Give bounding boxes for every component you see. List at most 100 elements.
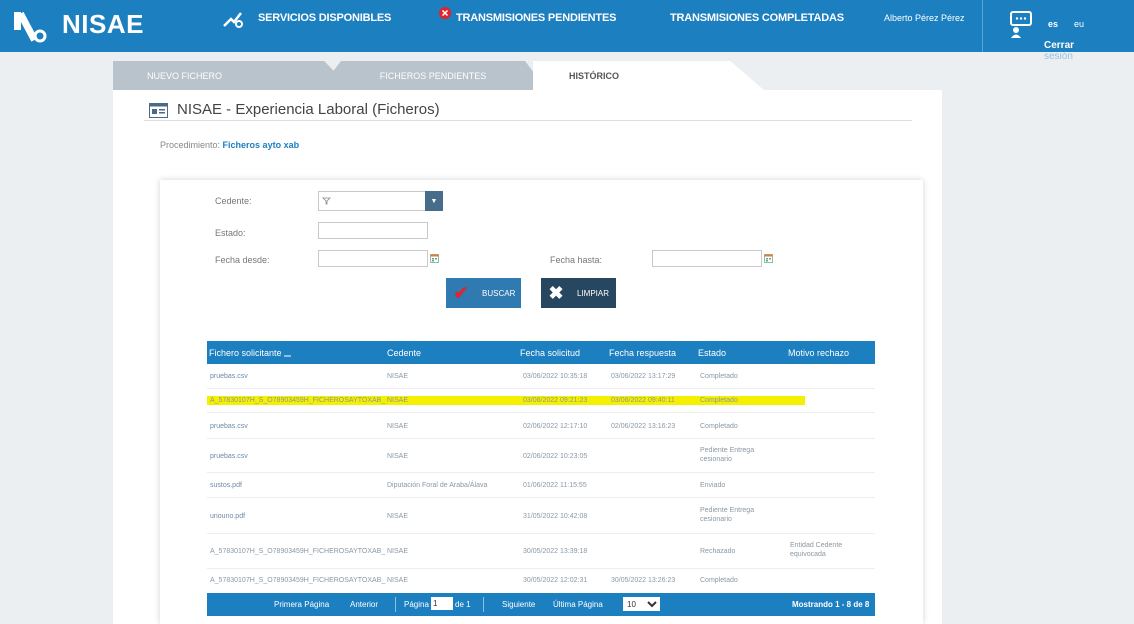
table-row[interactable]: A_57830107H_S_O78903459H_FICHEROSAYTOXAB… (207, 569, 875, 593)
cell-cedente: NISAE (387, 397, 409, 404)
results-table-header: Fichero solicitante Cedente Fecha solici… (207, 341, 875, 364)
cell-fecha-respuesta: 03/06/2022 09:40:11 (611, 397, 675, 404)
lang-eu-link[interactable]: eu (1074, 19, 1084, 29)
cell-fichero[interactable]: A_57830107H_S_O78903459H_FICHEROSAYTOXAB… (210, 396, 385, 405)
checkmark-icon: ✔ (453, 282, 469, 303)
nav-servicios-disponibles[interactable]: SERVICIOS DISPONIBLES (258, 12, 391, 24)
limpiar-button[interactable]: ✖ LIMPIAR (541, 278, 616, 308)
cell-fichero[interactable]: pruebas.csv (210, 372, 248, 381)
buscar-button[interactable]: ✔ BUSCAR (446, 278, 521, 308)
calendar-icon[interactable] (764, 254, 773, 263)
user-name: Alberto Pérez Pérez (884, 13, 965, 23)
cell-estado: Rechazado (700, 548, 736, 555)
col-header-fecha-solicitud[interactable]: Fecha solicitud (520, 348, 580, 358)
page-number-input[interactable] (431, 597, 453, 610)
nisae-logo-icon (14, 11, 47, 43)
app-name[interactable]: NISAE (62, 9, 144, 40)
cell-cedente: NISAE (387, 548, 409, 555)
cell-cedente: Diputación Foral de Araba/Álava (387, 482, 488, 489)
cedente-dropdown-button[interactable]: ▼ (425, 191, 443, 211)
logout-label-1: Cerrar (1044, 40, 1075, 51)
cell-fecha-solicitud: 30/05/2022 13:39:18 (523, 548, 588, 555)
cell-fichero[interactable]: pruebas.csv (210, 422, 248, 431)
procedure-label: Procedimiento: (160, 140, 221, 150)
cell-fichero[interactable]: unouno.pdf (210, 512, 245, 521)
col-header-motivo-rechazo[interactable]: Motivo rechazo (788, 348, 849, 358)
table-row[interactable]: A_57830107H_S_O78903459H_FICHEROSAYTOXAB… (207, 534, 875, 569)
cell-fecha-solicitud: 02/06/2022 10:23:05 (523, 453, 588, 460)
cell-estado: Completado (700, 397, 738, 404)
cell-estado: Pediente Entrega cesionario (700, 447, 755, 463)
header-divider (982, 0, 983, 52)
pending-alert-icon (439, 7, 451, 19)
fecha-desde-label: Fecha desde: (215, 255, 270, 265)
cell-fecha-solicitud: 02/06/2022 12:17:10 (523, 423, 588, 430)
page-title: NISAE - Experiencia Laboral (Ficheros) (177, 101, 440, 118)
pagination-next[interactable]: Siguiente (502, 600, 535, 609)
tab-nuevo-fichero[interactable]: NUEVO FICHERO (113, 61, 353, 91)
cell-fecha-solicitud: 31/05/2022 10:42:08 (523, 513, 588, 520)
buscar-button-label: BUSCAR (482, 288, 516, 298)
cedente-select[interactable] (318, 191, 426, 211)
pagination-showing: Mostrando 1 - 8 de 8 (792, 600, 870, 609)
cell-estado: Pediente Entrega cesionario (700, 507, 755, 523)
fecha-hasta-input[interactable] (652, 250, 762, 267)
estado-label: Estado: (215, 228, 246, 238)
cell-fichero[interactable]: sustos.pdf (210, 481, 242, 490)
calendar-icon[interactable] (430, 254, 439, 263)
pagination-page-label: Página (404, 600, 429, 609)
top-bar: NISAE (0, 0, 1134, 52)
cell-fichero[interactable]: A_57830107H_S_O78903459H_FICHEROSAYTOXAB… (210, 576, 385, 585)
col-header-fecha-respuesta[interactable]: Fecha respuesta (609, 348, 676, 358)
cell-fecha-respuesta: 02/06/2022 13:16:23 (611, 423, 676, 430)
cedente-placeholder-icon (322, 197, 331, 205)
procedure-value: Ficheros ayto xab (222, 140, 300, 150)
cedente-label: Cedente: (215, 196, 252, 206)
col-header-fichero[interactable]: Fichero solicitante (209, 348, 292, 358)
cell-motivo-rechazo: Entidad Cedente equivocada (790, 542, 843, 558)
title-divider (144, 120, 912, 121)
table-row[interactable]: sustos.pdf Diputación Foral de Araba/Ála… (207, 473, 875, 498)
col-header-cedente[interactable]: Cedente (387, 348, 421, 358)
cell-cedente: NISAE (387, 423, 409, 430)
sort-icon[interactable] (284, 351, 292, 357)
table-row[interactable]: unouno.pdf NISAE 31/05/2022 10:42:08 Ped… (207, 498, 875, 534)
nav-transmisiones-pendientes[interactable]: TRANSMISIONES PENDIENTES (456, 12, 616, 24)
col-header-fichero-label: Fichero solicitante (209, 348, 282, 358)
pagination-of: de 1 (455, 600, 471, 609)
logout-link[interactable]: Cerrar sesión (1044, 40, 1074, 62)
estado-input[interactable] (318, 222, 428, 239)
limpiar-button-label: LIMPIAR (577, 288, 610, 298)
pagination-separator (395, 597, 396, 612)
pagination-last[interactable]: Última Página (553, 600, 603, 609)
table-row[interactable]: pruebas.csv NISAE 02/06/2022 10:23:05 Pe… (207, 439, 875, 473)
pagination-first[interactable]: Primera Página (274, 600, 329, 609)
cell-fecha-solicitud: 03/06/2022 09:21:23 (523, 397, 588, 404)
cell-cedente: NISAE (387, 513, 409, 520)
cell-cedente: NISAE (387, 577, 409, 584)
chat-support-icon[interactable] (1008, 10, 1036, 38)
close-icon: ✖ (548, 282, 564, 303)
pagination-prev[interactable]: Anterior (350, 600, 378, 609)
table-row[interactable]: pruebas.csv NISAE 02/06/2022 12:17:10 02… (207, 413, 875, 439)
tab-ficheros-pendientes[interactable]: FICHEROS PENDIENTES (318, 61, 548, 91)
col-header-estado[interactable]: Estado (698, 348, 726, 358)
cell-fecha-respuesta: 30/05/2022 13:26:23 (611, 577, 676, 584)
fecha-desde-input[interactable] (318, 250, 428, 267)
cell-estado: Completado (700, 577, 738, 584)
page-size-select[interactable]: 10 (623, 597, 660, 611)
cell-fichero[interactable]: pruebas.csv (210, 452, 248, 461)
table-row[interactable]: pruebas.csv NISAE 03/06/2022 10:35:18 03… (207, 364, 875, 389)
tab-historico[interactable]: HISTÓRICO (533, 61, 765, 91)
fecha-hasta-label: Fecha hasta: (550, 255, 603, 265)
nav-transmisiones-completadas[interactable]: TRANSMISIONES COMPLETADAS (670, 12, 844, 24)
cell-estado: Completado (700, 373, 738, 380)
cell-fecha-respuesta: 03/06/2022 13:17:29 (611, 373, 676, 380)
cell-fichero[interactable]: A_57830107H_S_O78903459H_FICHEROSAYTOXAB… (210, 547, 385, 556)
pagination-bar: Primera Página Anterior Página de 1 Sigu… (207, 593, 875, 616)
cell-estado: Enviado (700, 482, 726, 489)
cell-fecha-solicitud: 30/05/2022 12:02:31 (523, 577, 588, 584)
lang-es-link[interactable]: es (1048, 19, 1058, 29)
cell-estado: Completado (700, 423, 738, 430)
table-row-highlighted[interactable]: A_57830107H_S_O78903459H_FICHEROSAYTOXAB… (207, 389, 875, 413)
